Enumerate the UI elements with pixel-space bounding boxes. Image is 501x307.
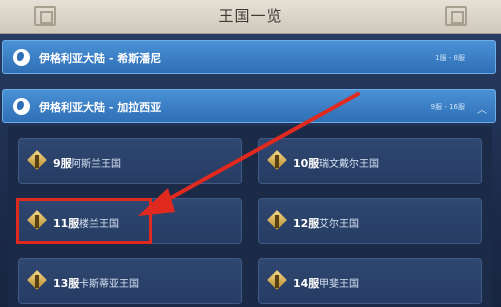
annotation-arrow-icon — [138, 92, 360, 216]
kingdom-list-window: 王国一览 伊格利亚大陆 - 希斯潘尼 1服 - 8服 伊格利亚大陆 - 加拉西亚… — [0, 0, 501, 307]
